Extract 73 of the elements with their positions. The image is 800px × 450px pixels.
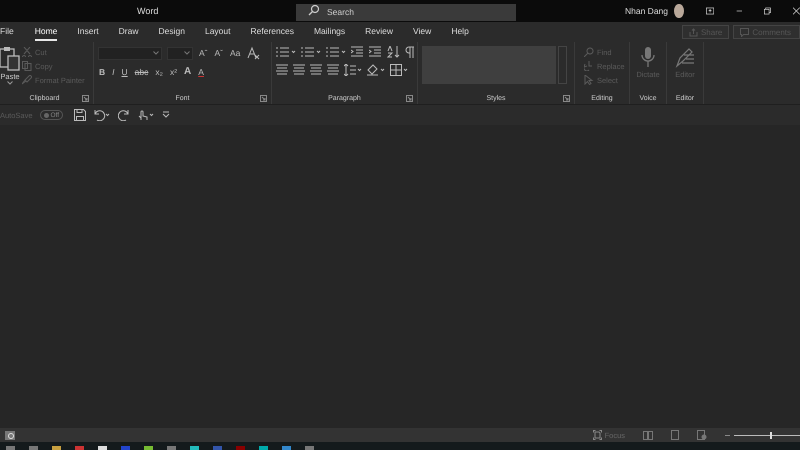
caret-icon bbox=[7, 81, 13, 85]
customize-icon[interactable] bbox=[162, 111, 170, 119]
scissors-icon bbox=[22, 47, 32, 57]
dialog-launcher-icon[interactable] bbox=[82, 95, 89, 102]
list-icon[interactable] bbox=[326, 46, 346, 58]
indent-icon[interactable] bbox=[369, 46, 382, 58]
font-button[interactable]: B bbox=[98, 66, 106, 76]
close-icon[interactable] bbox=[793, 6, 800, 16]
ribbon-tab[interactable]: Draw bbox=[118, 23, 138, 41]
accessibility-icon[interactable] bbox=[5, 430, 15, 440]
dialog-launcher-icon[interactable] bbox=[406, 95, 413, 102]
brush-icon bbox=[22, 75, 32, 85]
avatar[interactable] bbox=[674, 4, 684, 18]
restore-icon[interactable] bbox=[764, 6, 772, 16]
align-icon[interactable] bbox=[276, 64, 288, 76]
search-icon bbox=[584, 47, 594, 57]
focus-icon bbox=[592, 430, 602, 440]
ribbon-tab[interactable]: Mailings bbox=[314, 23, 346, 41]
font-name-field[interactable] bbox=[98, 46, 162, 60]
microphone-icon bbox=[641, 46, 655, 68]
list-icon[interactable] bbox=[276, 46, 296, 58]
line-spacing-icon[interactable] bbox=[344, 64, 362, 76]
cursor-icon bbox=[584, 75, 594, 85]
search-field[interactable]: Search bbox=[296, 4, 516, 20]
dialog-launcher-icon[interactable] bbox=[563, 95, 570, 102]
user-name: Nhan Dang bbox=[625, 6, 668, 16]
caret-icon bbox=[153, 51, 159, 55]
ribbon-tab[interactable]: View bbox=[413, 23, 432, 41]
font-button[interactable]: A bbox=[197, 66, 205, 76]
font-button[interactable]: A bbox=[183, 66, 192, 77]
font-button[interactable]: Aˆ bbox=[198, 48, 208, 58]
window-title: Word bbox=[137, 6, 158, 16]
dialog-launcher-icon[interactable] bbox=[260, 95, 267, 102]
shading-icon[interactable] bbox=[367, 64, 385, 76]
ribbon-tab[interactable]: Design bbox=[158, 23, 185, 41]
ribbon-tab[interactable]: References bbox=[250, 23, 294, 41]
font-button[interactable]: abc bbox=[134, 66, 150, 76]
touch-mode-icon[interactable] bbox=[137, 109, 156, 121]
pilcrow-icon[interactable] bbox=[405, 46, 415, 58]
font-size-field[interactable] bbox=[167, 46, 193, 60]
copy-icon bbox=[22, 61, 32, 71]
caret-icon bbox=[184, 51, 190, 55]
share-icon bbox=[688, 28, 698, 36]
print-layout-icon[interactable] bbox=[671, 430, 679, 440]
sort-icon[interactable] bbox=[387, 46, 400, 58]
web-layout-icon[interactable] bbox=[697, 430, 707, 440]
ribbon-tab[interactable]: Layout bbox=[204, 23, 230, 41]
redo-icon[interactable] bbox=[118, 109, 130, 121]
ribbon-tab[interactable]: Help bbox=[451, 23, 469, 41]
ribbon-tab[interactable]: File bbox=[0, 23, 14, 41]
save-icon[interactable] bbox=[74, 109, 86, 121]
list-icon[interactable] bbox=[301, 46, 321, 58]
undo-icon[interactable] bbox=[93, 109, 112, 121]
font-button[interactable]: Aˇ bbox=[214, 48, 224, 58]
align-icon[interactable] bbox=[310, 64, 322, 76]
replace-icon bbox=[584, 61, 594, 71]
align-icon[interactable] bbox=[293, 64, 305, 76]
ribbon-tab[interactable]: Insert bbox=[77, 23, 99, 41]
pen-icon bbox=[675, 46, 695, 68]
comment-icon bbox=[740, 28, 750, 36]
clear-formatting-icon[interactable] bbox=[246, 46, 260, 60]
indent-icon[interactable] bbox=[351, 46, 364, 58]
font-button[interactable]: I bbox=[111, 66, 116, 76]
align-icon[interactable] bbox=[327, 64, 339, 76]
font-button[interactable]: Aa bbox=[229, 48, 242, 58]
borders-icon[interactable] bbox=[390, 64, 408, 76]
font-button[interactable]: x² bbox=[168, 66, 178, 76]
font-button[interactable]: x₂ bbox=[154, 66, 164, 76]
read-mode-icon[interactable] bbox=[643, 430, 653, 440]
ribbon-tab[interactable]: Review bbox=[365, 23, 394, 41]
ribbon-display-icon[interactable] bbox=[706, 6, 714, 16]
search-icon bbox=[308, 4, 320, 16]
font-button[interactable]: U bbox=[120, 66, 129, 76]
